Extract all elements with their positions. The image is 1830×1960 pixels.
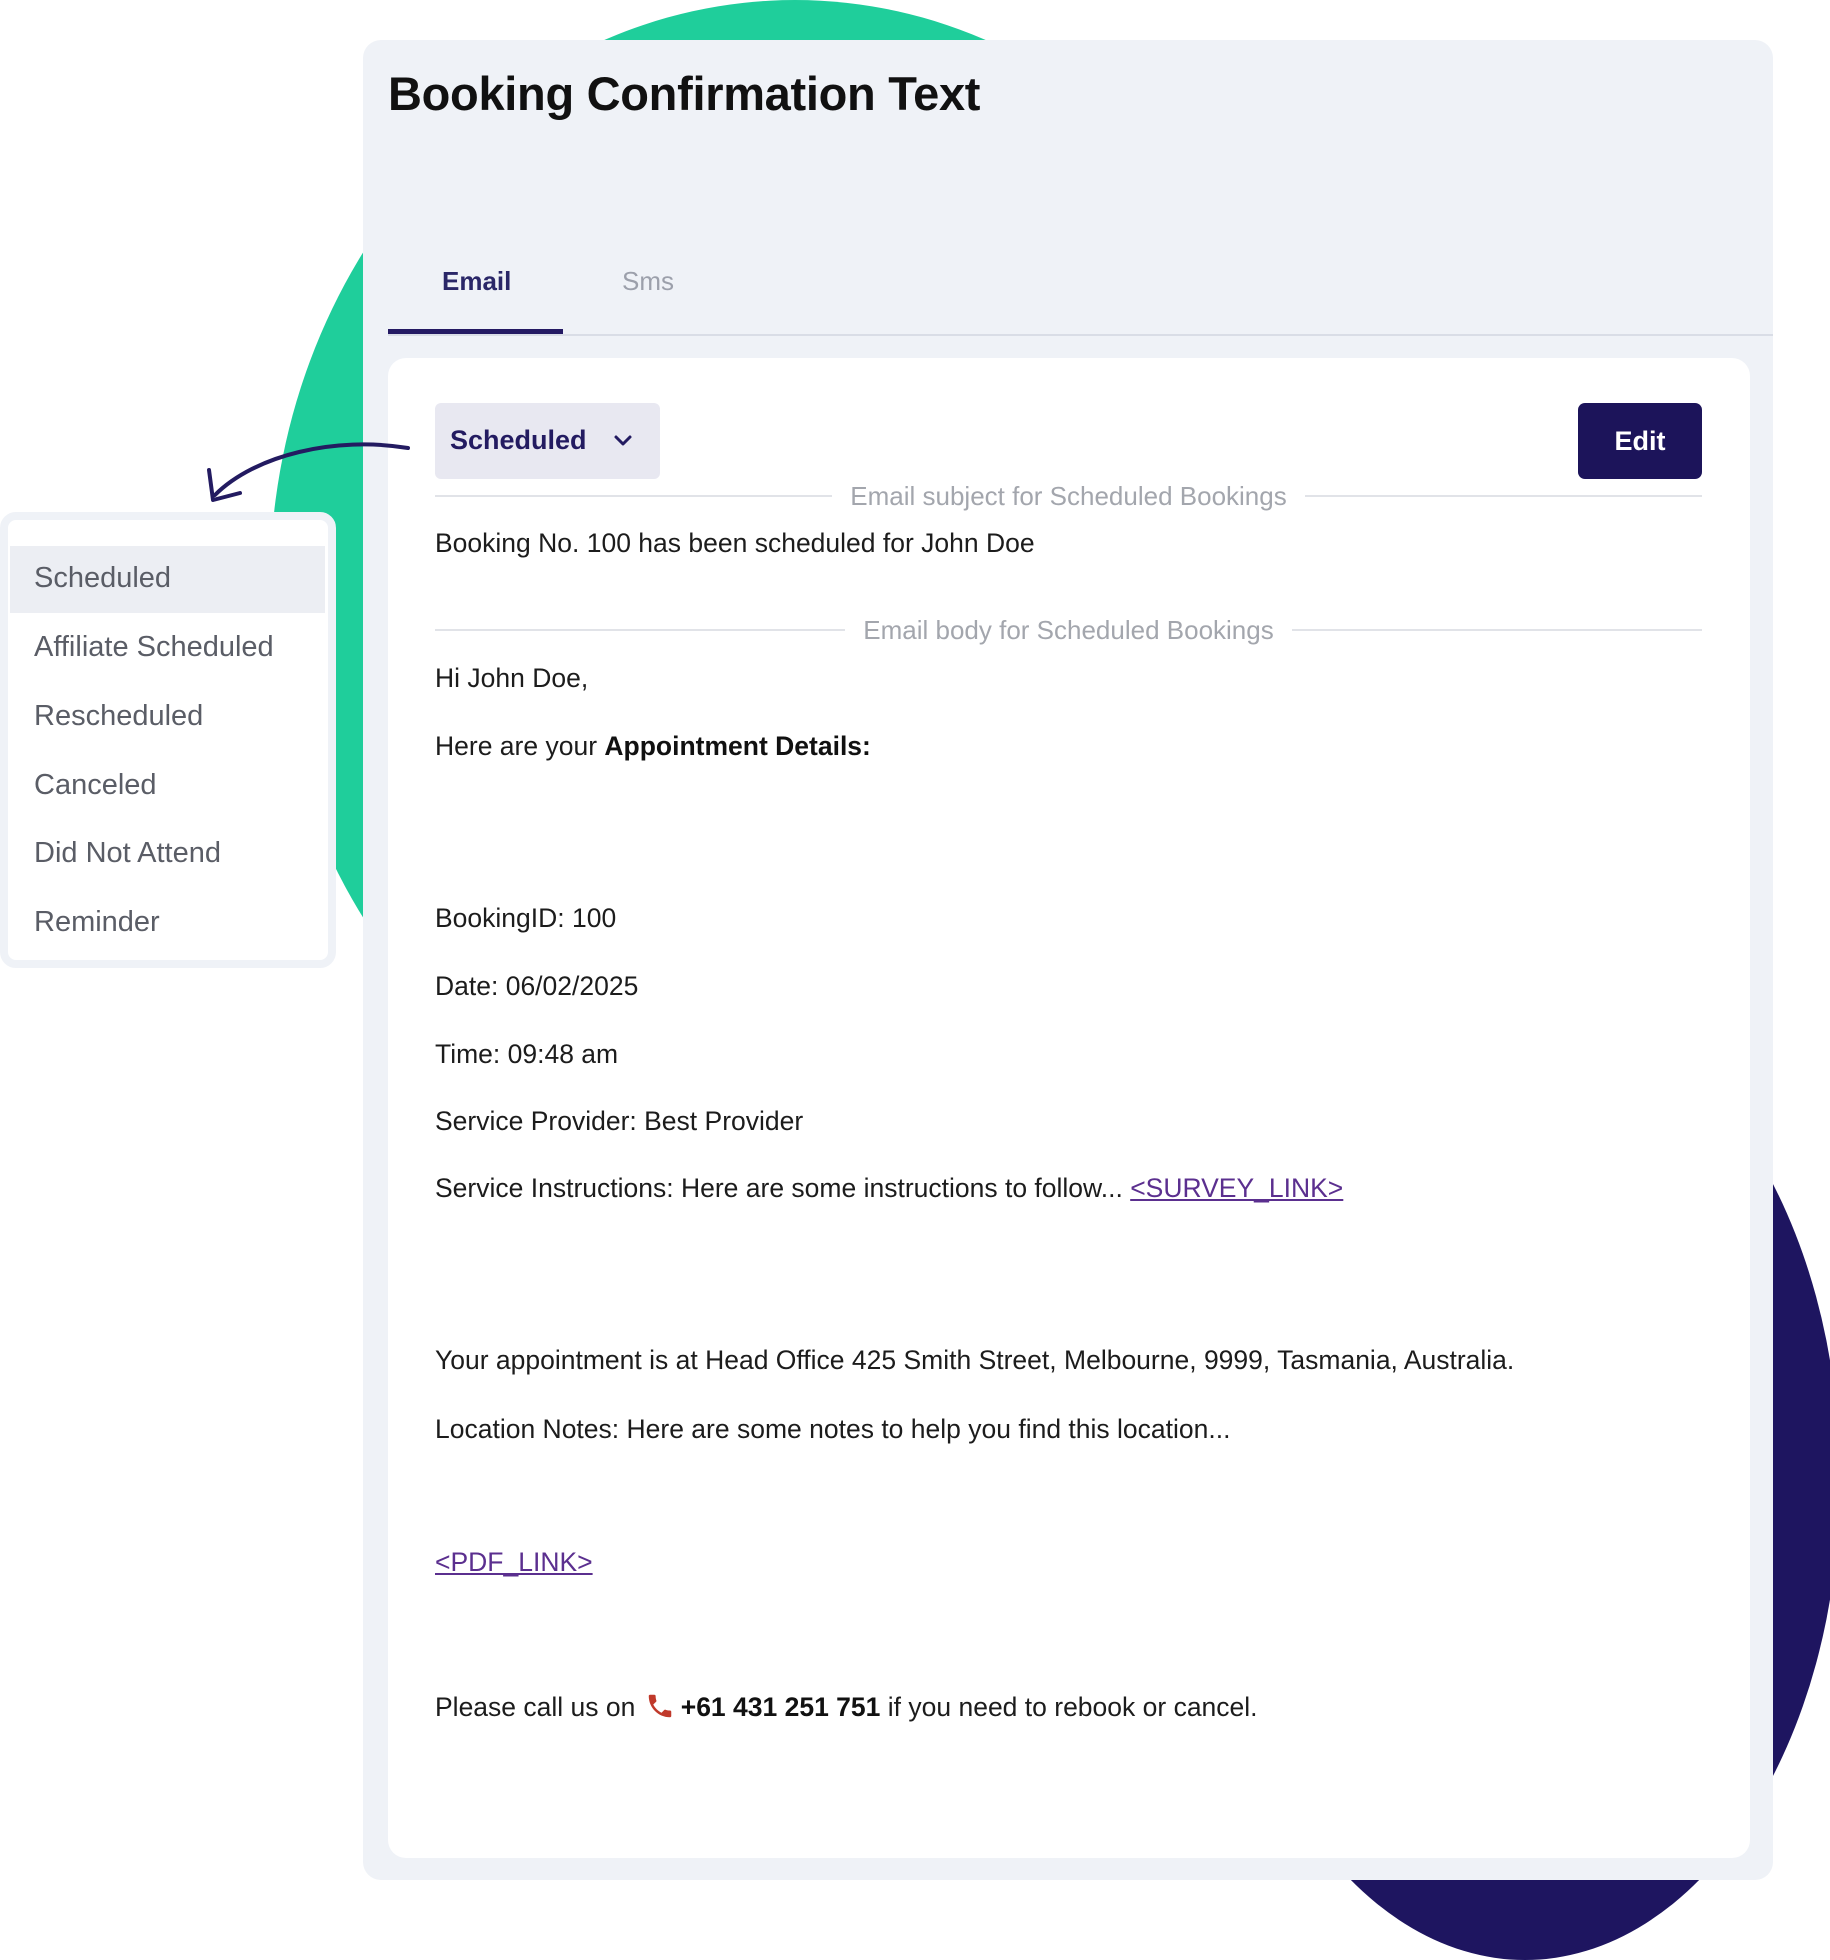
call-suffix: if you need to rebook or cancel.	[880, 1692, 1258, 1722]
dropdown-item-reminder[interactable]: Reminder	[10, 890, 325, 957]
dropdown-item-did-not-attend[interactable]: Did Not Attend	[10, 821, 325, 888]
details-intro-bold: Appointment Details:	[604, 731, 871, 761]
booking-time: Time: 09:48 am	[435, 1039, 619, 1069]
tab-email[interactable]: Email	[442, 266, 511, 297]
location-notes: Location Notes: Here are some notes to h…	[435, 1414, 1231, 1444]
dropdown-item-label: Reminder	[34, 906, 160, 938]
page-title: Booking Confirmation Text	[388, 67, 981, 120]
dropdown-item-label: Did Not Attend	[34, 837, 221, 869]
tab-sms[interactable]: Sms	[622, 266, 674, 297]
call-line: Please call us on +61 431 251 751 if you…	[435, 1691, 1258, 1723]
location-address: Your appointment is at Head Office 425 S…	[435, 1345, 1515, 1375]
tab-bar: Email Sms	[388, 220, 1773, 336]
edit-button[interactable]: Edit	[1578, 403, 1702, 479]
body-caption: Email body for Scheduled Bookings	[863, 614, 1274, 645]
active-tab-indicator	[388, 329, 563, 334]
call-prefix: Please call us on	[435, 1692, 643, 1722]
dropdown-item-canceled[interactable]: Canceled	[10, 753, 325, 820]
divider-line	[1304, 495, 1702, 497]
dropdown-item-rescheduled[interactable]: Rescheduled	[10, 684, 325, 751]
details-intro-line: Here are your Appointment Details:	[435, 731, 871, 762]
pointer-arrow-icon	[207, 442, 410, 502]
divider-line	[435, 495, 833, 497]
dropdown-item-label: Rescheduled	[34, 700, 204, 732]
dropdown-item-label: Canceled	[34, 769, 157, 801]
subject-divider: Email subject for Scheduled Bookings	[435, 476, 1702, 516]
chevron-down-icon	[614, 435, 632, 446]
email-subject: Booking No. 100 has been scheduled for J…	[435, 528, 1035, 558]
dropdown-item-label: Affiliate Scheduled	[34, 631, 274, 663]
booking-date: Date: 06/02/2025	[435, 971, 639, 1001]
service-instructions: Service Instructions: Here are some inst…	[435, 1173, 1131, 1203]
dropdown-item-affiliate-scheduled[interactable]: Affiliate Scheduled	[10, 615, 325, 682]
booking-confirmation-panel: Booking Confirmation Text Email Sms Sche…	[363, 40, 1773, 1880]
phone-number[interactable]: +61 431 251 751	[681, 1692, 881, 1722]
status-select-value: Scheduled	[450, 425, 587, 455]
email-template-card: Scheduled Edit Email subject for Schedul…	[388, 358, 1750, 1858]
status-select[interactable]: Scheduled	[435, 403, 660, 479]
survey-link[interactable]: <SURVEY_LINK>	[1130, 1173, 1343, 1203]
email-greeting: Hi John Doe,	[435, 663, 589, 693]
subject-caption: Email subject for Scheduled Bookings	[850, 480, 1287, 511]
dropdown-item-label: Scheduled	[34, 562, 172, 594]
body-divider: Email body for Scheduled Bookings	[435, 610, 1702, 650]
pdf-link[interactable]: <PDF_LINK>	[435, 1547, 593, 1578]
details-intro: Here are your	[435, 731, 605, 761]
service-instructions-line: Service Instructions: Here are some inst…	[435, 1173, 1343, 1204]
divider-line	[1291, 629, 1702, 631]
divider-line	[435, 629, 846, 631]
service-provider: Service Provider: Best Provider	[435, 1106, 804, 1136]
phone-icon	[648, 1694, 671, 1718]
booking-id: BookingID: 100	[435, 903, 617, 933]
status-dropdown-menu: Scheduled Affiliate Scheduled Reschedule…	[0, 512, 336, 968]
dropdown-item-scheduled[interactable]: Scheduled	[10, 546, 325, 613]
